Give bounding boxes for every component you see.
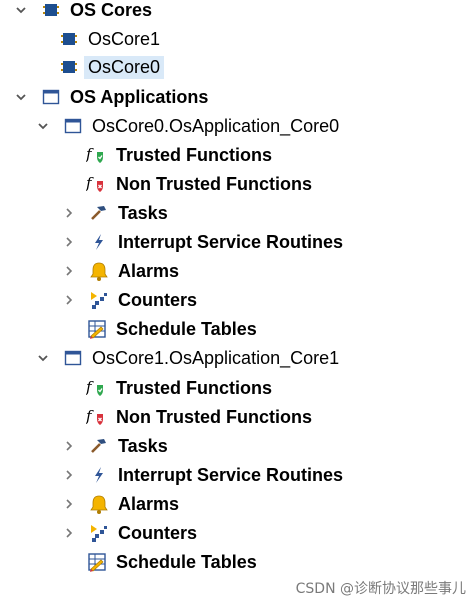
tree-node-label: Tasks bbox=[118, 202, 168, 223]
hammer-icon bbox=[88, 435, 110, 457]
chevron-down-icon[interactable] bbox=[14, 3, 28, 17]
tree-node-tasks[interactable]: Tasks bbox=[62, 200, 168, 226]
counter-icon bbox=[88, 289, 110, 311]
svg-text:f: f bbox=[86, 407, 94, 425]
chevron-right-icon[interactable] bbox=[62, 526, 76, 540]
hammer-icon bbox=[88, 202, 110, 224]
trusted-function-icon: f bbox=[86, 144, 108, 166]
tree-node-label: Interrupt Service Routines bbox=[118, 464, 344, 485]
tree-node-trusted-functions[interactable]: f Trusted Functions bbox=[86, 142, 272, 168]
tree-node-label: OS Cores bbox=[70, 0, 153, 20]
tree-node-label: Counters bbox=[118, 522, 198, 543]
tree-node-non-trusted-functions[interactable]: f Non Trusted Functions bbox=[86, 171, 312, 197]
chevron-right-icon[interactable] bbox=[62, 206, 76, 220]
tree-node-non-trusted-functions[interactable]: f Non Trusted Functions bbox=[86, 404, 312, 430]
tree-node-isr[interactable]: Interrupt Service Routines bbox=[62, 229, 343, 255]
tree-node-alarms[interactable]: Alarms bbox=[62, 491, 179, 517]
tree-node-os-cores[interactable]: OS Cores bbox=[14, 0, 152, 23]
tree-node-label: Trusted Functions bbox=[116, 377, 273, 398]
svg-text:f: f bbox=[86, 145, 94, 163]
tree-node-label: Tasks bbox=[118, 435, 168, 456]
schedule-table-icon bbox=[86, 318, 108, 340]
window-icon bbox=[62, 347, 84, 369]
chevron-right-icon[interactable] bbox=[62, 235, 76, 249]
tree-node-label: OsCore1 bbox=[88, 28, 161, 49]
tree-node-label-selected: OsCore0 bbox=[84, 55, 165, 79]
tree-node-label: Non Trusted Functions bbox=[116, 173, 312, 194]
trusted-function-icon: f bbox=[86, 377, 108, 399]
tree-node-label: Alarms bbox=[118, 493, 180, 514]
chevron-right-icon[interactable] bbox=[62, 497, 76, 511]
lightning-icon bbox=[88, 231, 110, 253]
tree-node-label: Trusted Functions bbox=[116, 144, 273, 165]
chevron-down-icon[interactable] bbox=[36, 119, 50, 133]
counter-icon bbox=[88, 522, 110, 544]
tree-node-isr[interactable]: Interrupt Service Routines bbox=[62, 462, 343, 488]
schedule-table-icon bbox=[86, 551, 108, 573]
chevron-down-icon[interactable] bbox=[36, 351, 50, 365]
tree-node-trusted-functions[interactable]: f Trusted Functions bbox=[86, 375, 272, 401]
tree-node-counters[interactable]: Counters bbox=[62, 287, 197, 313]
svg-text:f: f bbox=[86, 378, 94, 396]
chevron-right-icon[interactable] bbox=[62, 264, 76, 278]
watermark: CSDN @诊断协议那些事儿 bbox=[295, 581, 466, 597]
chevron-down-icon[interactable] bbox=[14, 90, 28, 104]
tree-node-label: Schedule Tables bbox=[116, 551, 257, 572]
tree-node-label: OS Applications bbox=[70, 86, 209, 107]
lightning-icon bbox=[88, 464, 110, 486]
tree-node-schedule-tables[interactable]: Schedule Tables bbox=[86, 316, 257, 342]
tree-node-oscore1[interactable]: OsCore1 bbox=[58, 26, 160, 52]
chip-icon bbox=[40, 0, 62, 21]
tree-node-oscore0[interactable]: OsCore0 bbox=[58, 54, 165, 80]
chevron-right-icon[interactable] bbox=[62, 439, 76, 453]
window-icon bbox=[62, 115, 84, 137]
chevron-right-icon[interactable] bbox=[62, 293, 76, 307]
tree-node-alarms[interactable]: Alarms bbox=[62, 258, 179, 284]
bell-icon bbox=[88, 493, 110, 515]
tree-node-counters[interactable]: Counters bbox=[62, 520, 197, 546]
tree-node-tasks[interactable]: Tasks bbox=[62, 433, 168, 459]
tree-node-label: Alarms bbox=[118, 260, 180, 281]
chip-icon bbox=[58, 56, 80, 78]
chevron-right-icon[interactable] bbox=[62, 468, 76, 482]
tree-node-app-core0[interactable]: OsCore0.OsApplication_Core0 bbox=[36, 113, 339, 139]
tree-node-os-applications[interactable]: OS Applications bbox=[14, 84, 208, 110]
tree-node-label: Non Trusted Functions bbox=[116, 406, 312, 427]
bell-icon bbox=[88, 260, 110, 282]
chip-icon bbox=[58, 28, 80, 50]
tree-node-label: OsCore1.OsApplication_Core1 bbox=[92, 347, 340, 368]
tree-node-label: Counters bbox=[118, 289, 198, 310]
tree-node-label: OsCore0.OsApplication_Core0 bbox=[92, 115, 340, 136]
tree-node-label: Schedule Tables bbox=[116, 318, 257, 339]
svg-text:f: f bbox=[86, 174, 94, 192]
tree-node-schedule-tables[interactable]: Schedule Tables bbox=[86, 549, 257, 575]
non-trusted-function-icon: f bbox=[86, 406, 108, 428]
non-trusted-function-icon: f bbox=[86, 173, 108, 195]
tree-node-label: Interrupt Service Routines bbox=[118, 231, 344, 252]
tree-node-app-core1[interactable]: OsCore1.OsApplication_Core1 bbox=[36, 345, 339, 371]
window-icon bbox=[40, 86, 62, 108]
